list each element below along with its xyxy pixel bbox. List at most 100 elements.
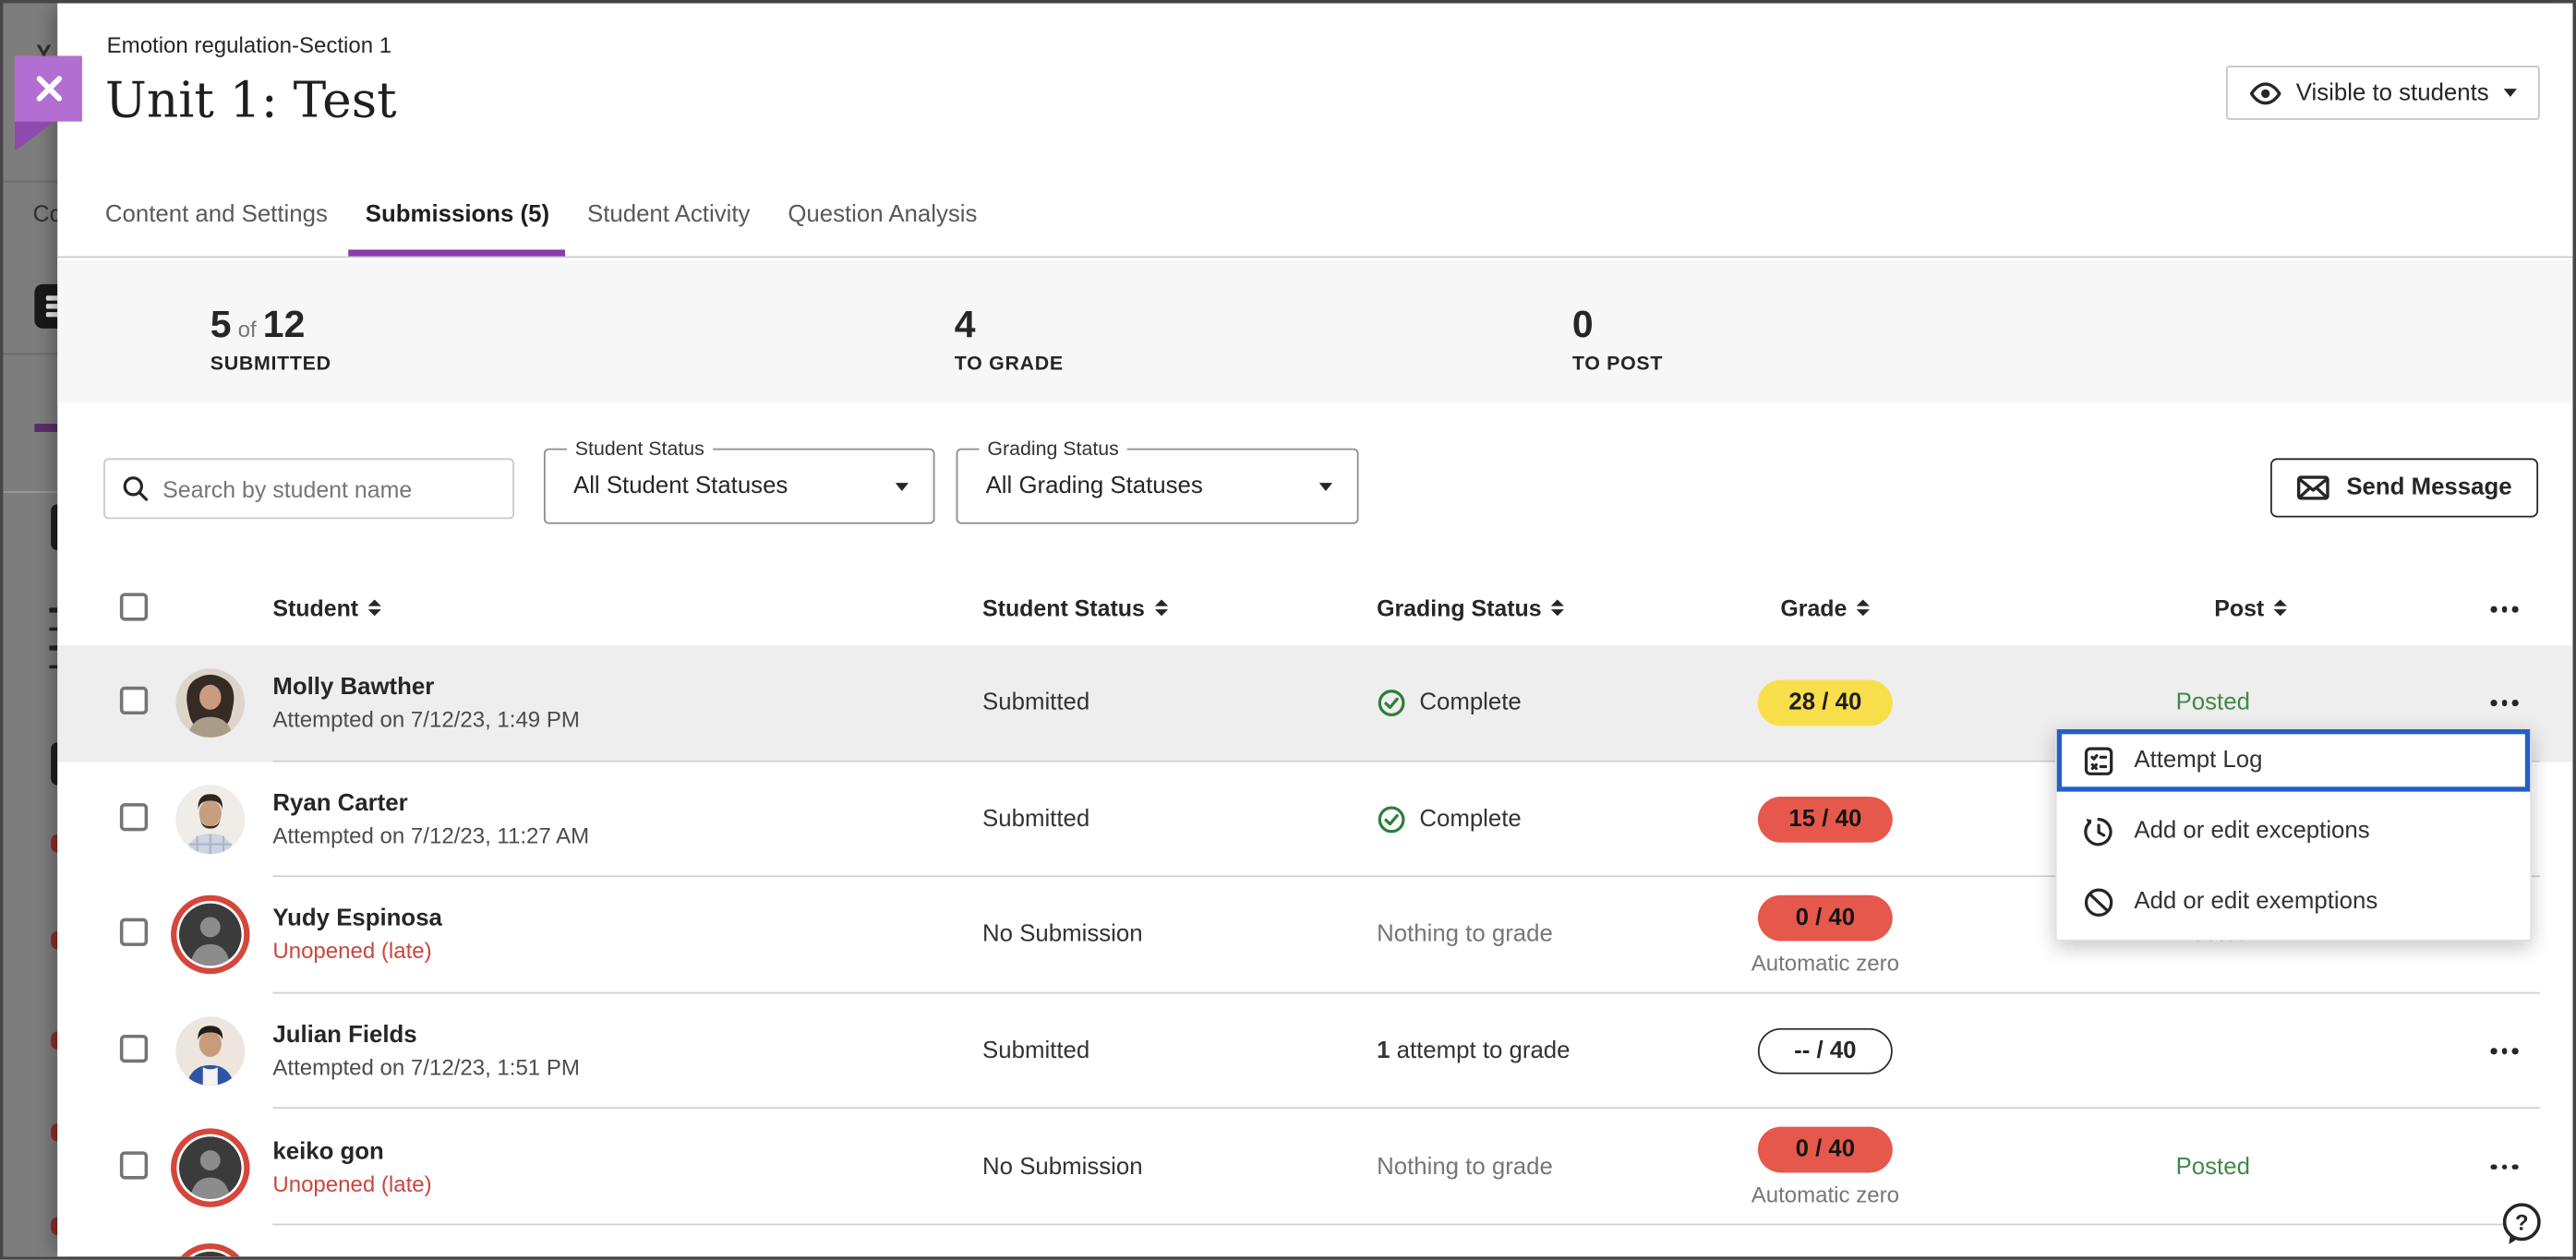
grade-cell: 28 / 40 <box>1702 645 1948 762</box>
menu-item-clock[interactable]: Add or edit exceptions <box>2057 800 2530 863</box>
send-message-button[interactable]: Send Message <box>2270 458 2538 517</box>
grade-pill[interactable]: 0 / 40 <box>1758 895 1893 942</box>
student-name-cell: keiko gon Unopened (late) <box>272 1138 431 1195</box>
post-status: Posted <box>2057 690 2369 716</box>
tab-bar: Content and Settings Submissions (5) Stu… <box>57 4 2572 258</box>
rail-partial-red-pill <box>51 834 57 853</box>
stat-label: TO POST <box>1572 352 1663 375</box>
table-options-menu-button[interactable] <box>2490 606 2518 613</box>
student-name-link[interactable]: Molly Bawther <box>272 675 580 701</box>
avatar <box>175 785 245 854</box>
rail-partial-icon <box>48 607 57 683</box>
student-name-cell: Julian Fields Attempted on 7/12/23, 1:51… <box>272 1023 580 1080</box>
grading-status-select-label: Grading Status <box>979 437 1126 460</box>
rail-partial-button <box>51 504 57 550</box>
avatar <box>175 669 245 738</box>
row-checkbox[interactable] <box>120 919 148 947</box>
column-header-post[interactable]: Post <box>2095 594 2407 620</box>
grade-pill[interactable]: -- / 40 <box>1758 1028 1893 1074</box>
complete-check-icon <box>1377 689 1406 718</box>
select-all-checkbox[interactable] <box>120 593 148 620</box>
grading-status-select-value: All Grading Statuses <box>986 473 1203 498</box>
rail-partial-button <box>51 742 57 785</box>
stat-label: SUBMITTED <box>211 352 331 375</box>
rail-partial-red-pill <box>51 931 57 950</box>
help-glyph: ? <box>2515 1211 2529 1236</box>
menu-item-no-entry[interactable]: Add or edit exemptions <box>2057 870 2530 933</box>
visibility-label: Visible to students <box>2296 79 2489 105</box>
stat-to-post: 0 TO POST <box>1572 302 1663 374</box>
student-status-cell: Submitted <box>982 690 1089 716</box>
table-row[interactable] <box>57 1225 2572 1256</box>
table-row[interactable]: Julian Fields Attempted on 7/12/23, 1:51… <box>57 993 2572 1110</box>
grade-cell: -- / 40 <box>1702 993 1948 1110</box>
page-title: Unit 1: Test <box>105 72 397 129</box>
column-header-grading-status[interactable]: Grading Status <box>1377 594 1564 620</box>
row-checkbox[interactable] <box>120 1151 148 1179</box>
student-name-link[interactable]: Yudy Espinosa <box>272 906 442 932</box>
clock-exception-icon <box>2081 814 2115 848</box>
grading-status-cell: 1 attempt to grade <box>1377 1038 1570 1064</box>
menu-item-attempt-log[interactable]: Attempt Log <box>2057 729 2530 792</box>
row-checkbox[interactable] <box>120 687 148 714</box>
rail-divider <box>4 354 58 355</box>
column-header-student-status[interactable]: Student Status <box>982 594 1168 620</box>
attempt-log-icon <box>2081 743 2115 777</box>
stat-total: 12 <box>263 302 306 346</box>
tab-student-activity[interactable]: Student Activity <box>587 202 750 257</box>
row-options-menu-button[interactable] <box>2490 1164 2518 1170</box>
chevron-down-icon <box>2504 89 2517 97</box>
row-options-menu-button[interactable] <box>2490 701 2518 707</box>
row-checkbox[interactable] <box>120 1035 148 1062</box>
menu-item-label: Add or edit exemptions <box>2134 889 2377 915</box>
help-icon: ? <box>2498 1201 2545 1247</box>
student-name-link[interactable]: Ryan Carter <box>272 791 589 817</box>
student-status-cell: No Submission <box>982 1154 1143 1180</box>
student-attempt-subtext: Unopened (late) <box>272 1171 431 1196</box>
grading-status-select[interactable]: Grading Status All Grading Statuses <box>957 449 1359 524</box>
student-status-select-label: Student Status <box>567 437 713 460</box>
tab-content-and-settings[interactable]: Content and Settings <box>105 202 328 257</box>
grade-note: Automatic zero <box>1751 951 1899 976</box>
student-name-link[interactable]: keiko gon <box>272 1138 431 1164</box>
student-name-link[interactable]: Julian Fields <box>272 1023 580 1049</box>
screen: Y Co Emotion regulation-Section 1 Unit 1… <box>0 0 2576 1260</box>
search-input[interactable] <box>163 475 496 501</box>
student-status-select[interactable]: Student Status All Student Statuses <box>544 449 934 524</box>
sort-icon <box>2274 599 2287 616</box>
student-status-cell: No Submission <box>982 922 1143 948</box>
row-checkbox[interactable] <box>120 803 148 831</box>
grade-pill[interactable]: 15 / 40 <box>1758 797 1893 843</box>
rail-purple-accent <box>34 424 57 432</box>
row-options-menu-button[interactable] <box>2490 1048 2518 1054</box>
assessment-panel: Emotion regulation-Section 1 Unit 1: Tes… <box>57 4 2572 1257</box>
grading-status-cell: Complete <box>1377 805 1522 834</box>
tab-question-analysis[interactable]: Question Analysis <box>788 202 977 257</box>
row-context-menu: Attempt Log Add or edit exceptions <box>2055 727 2532 941</box>
chevron-down-icon <box>1319 483 1332 491</box>
grade-pill[interactable]: 28 / 40 <box>1758 680 1893 726</box>
rail-divider <box>4 491 58 493</box>
visibility-dropdown-button[interactable]: Visible to students <box>2225 66 2540 120</box>
column-header-grade[interactable]: Grade <box>1702 594 1948 620</box>
stat-value: 5 <box>211 302 232 346</box>
student-attempt-subtext: Attempted on 7/12/23, 11:27 AM <box>272 823 589 848</box>
student-attempt-subtext: Attempted on 7/12/23, 1:49 PM <box>272 708 580 733</box>
grade-cell <box>1702 1225 1948 1256</box>
sort-icon <box>1551 599 1564 616</box>
envelope-icon <box>2297 474 2330 500</box>
stat-of: of <box>238 317 257 342</box>
send-message-label: Send Message <box>2346 474 2511 500</box>
close-panel-button[interactable] <box>15 55 82 121</box>
avatar <box>179 1136 242 1199</box>
tab-submissions[interactable]: Submissions (5) <box>366 202 549 257</box>
table-row[interactable]: keiko gon Unopened (late) No Submission … <box>57 1110 2572 1226</box>
table-header: Student Student Status Grading Status Gr… <box>57 582 2572 645</box>
grade-pill[interactable]: 0 / 40 <box>1758 1127 1893 1173</box>
column-header-student[interactable]: Student <box>272 594 381 620</box>
post-status: Posted <box>2057 1154 2369 1180</box>
rail-partial-red-pill <box>51 1123 57 1142</box>
help-button[interactable]: ? <box>2498 1201 2545 1247</box>
hamburger-menu-icon <box>34 284 57 329</box>
student-name-cell: Ryan Carter Attempted on 7/12/23, 11:27 … <box>272 791 589 848</box>
